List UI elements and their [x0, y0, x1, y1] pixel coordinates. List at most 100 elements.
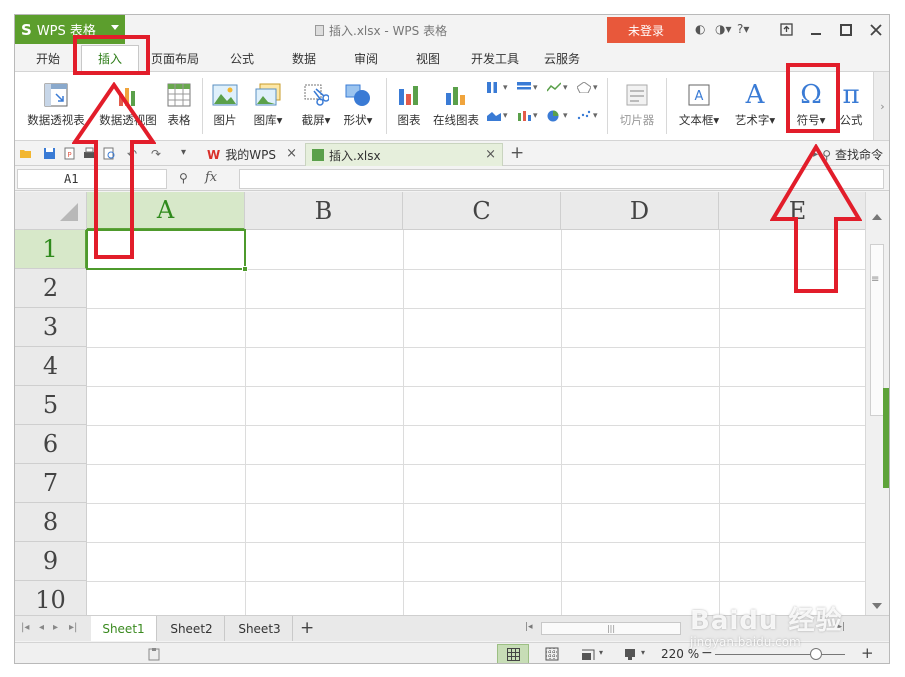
- equation-button[interactable]: π 公式: [837, 78, 865, 128]
- column-header-d[interactable]: D: [561, 192, 719, 230]
- add-sheet-icon[interactable]: +: [300, 618, 314, 638]
- baidu-jingyan-watermark: Baidu 经验 jingyan.baidu.com: [690, 600, 842, 649]
- prev-sheet-icon[interactable]: ◂: [39, 622, 44, 633]
- shape-button[interactable]: 形状▾: [337, 78, 379, 128]
- login-button[interactable]: 未登录: [607, 17, 685, 43]
- grid-line: [87, 464, 865, 465]
- row-header-3[interactable]: 3: [15, 308, 87, 347]
- fx-icon[interactable]: fx: [205, 170, 217, 185]
- annotation-arrow-up-symbol: [770, 144, 862, 293]
- tab-view[interactable]: 视图: [397, 45, 459, 71]
- close-tab-icon[interactable]: ×: [286, 146, 297, 161]
- scissors-icon: [304, 84, 329, 106]
- next-sheet-icon[interactable]: ▸: [53, 622, 58, 633]
- skin-icon[interactable]: ◐: [695, 22, 705, 36]
- sheet-tab-2[interactable]: Sheet2: [159, 616, 225, 641]
- zoom-formula-icon[interactable]: ⚲: [179, 171, 188, 185]
- sheet-tab-1[interactable]: Sheet1: [91, 616, 157, 641]
- bar-chart-mini[interactable]: ▾: [517, 82, 538, 93]
- grid-view-icon: [507, 648, 520, 661]
- slicer-button[interactable]: 切片器: [613, 78, 661, 128]
- normal-view-button[interactable]: [497, 644, 529, 663]
- row-header-9[interactable]: 9: [15, 542, 87, 581]
- column-header-b[interactable]: B: [245, 192, 403, 230]
- grid-line: [87, 542, 865, 543]
- scatter-chart-mini[interactable]: ▾: [577, 110, 598, 121]
- clipboard-icon[interactable]: [147, 647, 161, 661]
- row-header-4[interactable]: 4: [15, 347, 87, 386]
- row-header-10[interactable]: 10: [15, 581, 87, 615]
- customize-toolbar-icon[interactable]: ▾: [181, 147, 194, 160]
- zoom-slider-knob[interactable]: [810, 648, 822, 660]
- shape-label: 形状▾: [343, 113, 373, 127]
- maximize-icon[interactable]: [831, 15, 861, 44]
- horizontal-scroll-thumb[interactable]: |||: [541, 622, 681, 635]
- chevron-down-icon: [111, 25, 119, 30]
- tab-review[interactable]: 审阅: [335, 45, 397, 71]
- line-chart-mini[interactable]: ▾: [547, 82, 568, 93]
- row-header-7[interactable]: 7: [15, 464, 87, 503]
- watermark-url: jingyan.baidu.com: [690, 635, 801, 649]
- window-title: 插入.xlsx - WPS 表格: [315, 22, 447, 39]
- tab-home[interactable]: 开始: [15, 45, 81, 71]
- chevron-down-icon[interactable]: ▾: [641, 648, 645, 657]
- wordart-button[interactable]: A 艺术字▾: [728, 78, 782, 128]
- row-header-6[interactable]: 6: [15, 425, 87, 464]
- pie-chart-mini[interactable]: ▾: [547, 110, 568, 122]
- save-icon[interactable]: [43, 147, 56, 160]
- chart-label: 图表: [397, 113, 421, 127]
- area-chart-mini[interactable]: ▾: [487, 110, 508, 121]
- tab-cloud[interactable]: 云服务: [531, 45, 593, 71]
- share-icon[interactable]: ◑▾: [715, 22, 732, 36]
- zoom-in-icon[interactable]: +: [861, 644, 874, 662]
- column-header-c[interactable]: C: [403, 192, 561, 230]
- row-header-5[interactable]: 5: [15, 386, 87, 425]
- close-icon[interactable]: [861, 15, 889, 44]
- first-sheet-icon[interactable]: |◂: [21, 622, 29, 633]
- vertical-scroll-thumb[interactable]: [870, 244, 884, 416]
- side-panel-toggle[interactable]: [883, 388, 889, 488]
- column-chart-mini[interactable]: ▾: [487, 82, 508, 93]
- zoom-slider-track[interactable]: [715, 654, 845, 655]
- textbox-button[interactable]: A 文本框▾: [672, 78, 726, 128]
- tab-data[interactable]: 数据: [273, 45, 335, 71]
- chart-button[interactable]: 图表: [393, 78, 425, 128]
- radar-chart-mini[interactable]: ▾: [577, 82, 598, 93]
- vertical-scrollbar[interactable]: ≡: [865, 192, 889, 615]
- table-button[interactable]: 表格: [161, 78, 197, 128]
- sheet-tab-3[interactable]: Sheet3: [227, 616, 293, 641]
- help-icon[interactable]: ?▾: [737, 22, 749, 36]
- zoom-level[interactable]: 220 %: [661, 647, 699, 661]
- restore-panel-icon[interactable]: [771, 15, 801, 44]
- open-folder-icon[interactable]: [19, 147, 32, 160]
- doc-tab-my-wps[interactable]: W 我的WPS ×: [201, 143, 303, 166]
- ribbon-scroll-right[interactable]: ›: [873, 72, 889, 140]
- slicer-icon: [626, 84, 648, 106]
- tab-formulas[interactable]: 公式: [211, 45, 273, 71]
- gallery-icon: [255, 83, 281, 106]
- close-tab-icon[interactable]: ×: [485, 147, 496, 162]
- page-layout-view-icon[interactable]: [581, 647, 595, 661]
- scroll-left-icon[interactable]: |◂: [525, 622, 533, 632]
- minimize-icon[interactable]: [801, 15, 831, 44]
- chevron-down-icon[interactable]: ▾: [599, 648, 603, 657]
- scroll-down-icon[interactable]: [872, 603, 882, 609]
- eye-protection-icon[interactable]: [623, 647, 637, 661]
- table-icon: [167, 83, 191, 107]
- row-header-2[interactable]: 2: [15, 269, 87, 308]
- stock-chart-mini[interactable]: ▾: [517, 110, 538, 121]
- fill-handle[interactable]: [242, 266, 248, 272]
- doc-tab-insert-xlsx[interactable]: 插入.xlsx ×: [305, 143, 503, 166]
- row-header-8[interactable]: 8: [15, 503, 87, 542]
- scroll-up-icon[interactable]: [872, 214, 882, 220]
- screenshot-button[interactable]: 截屏▾: [295, 78, 337, 128]
- annotation-box-symbol: [786, 63, 840, 133]
- new-tab-icon[interactable]: +: [510, 143, 524, 163]
- picture-button[interactable]: 图片: [207, 78, 243, 128]
- last-sheet-icon[interactable]: ▸|: [69, 622, 77, 633]
- gallery-button[interactable]: 图库▾: [247, 78, 289, 128]
- online-chart-button[interactable]: 在线图表: [429, 78, 483, 128]
- page-break-view-icon[interactable]: [545, 647, 559, 661]
- tab-developer[interactable]: 开发工具: [459, 45, 531, 71]
- annotation-box-insert-tab: [73, 35, 150, 75]
